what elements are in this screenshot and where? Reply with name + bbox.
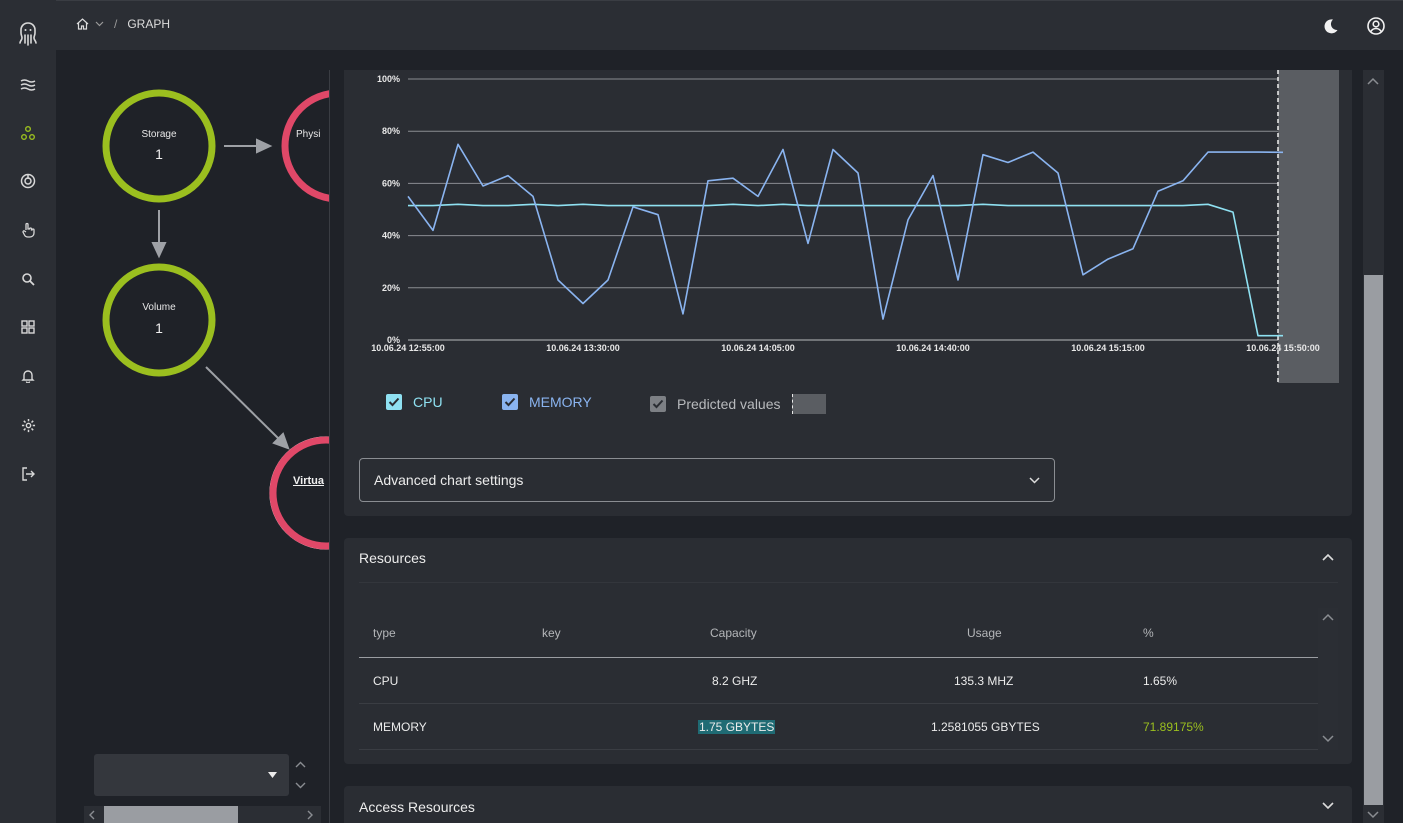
node-label: Storage bbox=[141, 129, 177, 140]
chevron-down-icon[interactable] bbox=[1367, 811, 1379, 819]
gear-icon[interactable] bbox=[0, 408, 56, 442]
node-label[interactable]: Virtua bbox=[293, 475, 324, 487]
graph-edge bbox=[151, 138, 290, 450]
x-tick-label: 10.06.24 14:05:00 bbox=[721, 343, 795, 353]
legend-memory[interactable]: MEMORY bbox=[502, 394, 592, 410]
checkbox-checked-icon[interactable] bbox=[502, 394, 518, 410]
series-line-memory bbox=[407, 143, 1284, 320]
graph-node-virtual[interactable] bbox=[269, 436, 329, 550]
x-tick-label: 10.06.24 15:50:00 bbox=[1246, 343, 1320, 353]
search-icon[interactable] bbox=[0, 262, 56, 296]
cell-type: CPU bbox=[373, 674, 399, 688]
node-label: Volume bbox=[142, 302, 176, 313]
dashboard-icon[interactable] bbox=[0, 310, 56, 344]
cell-type: MEMORY bbox=[373, 720, 427, 734]
panel-divider[interactable] bbox=[329, 70, 330, 823]
y-tick-label: 60% bbox=[382, 178, 400, 188]
chevron-left-icon[interactable] bbox=[88, 810, 95, 820]
graph-node-physical[interactable] bbox=[281, 90, 329, 202]
series-line-cpu bbox=[408, 203, 1283, 337]
y-tick-label: 40% bbox=[382, 231, 400, 241]
graph-icon[interactable] bbox=[0, 116, 56, 150]
user-account-icon[interactable] bbox=[1365, 15, 1387, 37]
advanced-settings-label: Advanced chart settings bbox=[374, 472, 524, 488]
home-icon[interactable] bbox=[76, 18, 89, 30]
graph-panel: Storage 1 Volume 1 Physi Virtua bbox=[56, 50, 329, 823]
legend-cpu[interactable]: CPU bbox=[386, 394, 443, 410]
column-header-capacity[interactable]: Capacity bbox=[710, 626, 757, 640]
breadcrumb-separator: / bbox=[114, 17, 118, 31]
page-scrollbar[interactable] bbox=[1363, 70, 1384, 823]
x-tick-label: 10.06.24 15:15:00 bbox=[1071, 343, 1145, 353]
bell-icon[interactable] bbox=[0, 359, 56, 393]
logo-icon[interactable] bbox=[0, 17, 56, 51]
layers-icon[interactable] bbox=[0, 68, 56, 102]
cell-capacity: 1.75 GBYTES bbox=[698, 720, 776, 734]
chevron-down-icon[interactable] bbox=[1322, 802, 1334, 810]
chevron-up-icon[interactable] bbox=[292, 756, 308, 772]
y-tick-label: 20% bbox=[382, 283, 400, 293]
advanced-chart-settings[interactable]: Advanced chart settings bbox=[359, 458, 1055, 502]
x-tick-label: 10.06.24 14:40:00 bbox=[896, 343, 970, 353]
node-label: Physi bbox=[296, 129, 321, 140]
divider bbox=[359, 582, 1338, 583]
table-scrollbar[interactable] bbox=[1318, 608, 1338, 750]
usage-chart: 0%20%40%60%80%100%10.06.24 12:55:00 10.06… bbox=[371, 70, 1339, 383]
checkbox-checked-icon[interactable] bbox=[650, 396, 666, 412]
breadcrumb-current: GRAPH bbox=[127, 17, 171, 31]
cell-percent: 1.65% bbox=[1143, 674, 1178, 688]
cell-percent: 71.89175% bbox=[1143, 720, 1204, 734]
chevron-down-icon bbox=[1029, 476, 1040, 484]
node-count: 1 bbox=[155, 320, 163, 336]
graph-canvas bbox=[102, 89, 329, 550]
row-divider bbox=[359, 749, 1318, 750]
legend-predicted[interactable]: Predicted values bbox=[650, 394, 826, 414]
predicted-swatch bbox=[791, 394, 826, 414]
y-tick-label: 80% bbox=[382, 126, 400, 136]
scrollbar-thumb[interactable] bbox=[1364, 275, 1383, 805]
top-bar: / GRAPH bbox=[56, 0, 1403, 50]
prediction-area bbox=[1278, 70, 1339, 383]
column-header-percent[interactable]: % bbox=[1143, 626, 1154, 640]
sidebar bbox=[0, 0, 56, 823]
x-tick-label: 10.06.24 13:30:00 bbox=[546, 343, 620, 353]
legend-predicted-label: Predicted values bbox=[677, 396, 781, 412]
column-header-type[interactable]: type bbox=[373, 626, 396, 640]
access-resources-title[interactable]: Access Resources bbox=[359, 799, 475, 815]
logout-icon[interactable] bbox=[0, 457, 56, 491]
checkbox-checked-icon[interactable] bbox=[386, 394, 402, 410]
chevron-up-icon[interactable] bbox=[1322, 553, 1334, 561]
legend-memory-label: MEMORY bbox=[529, 394, 592, 410]
caret-down-icon bbox=[268, 772, 277, 778]
power-icon[interactable] bbox=[0, 164, 56, 198]
breadcrumb: / GRAPH bbox=[76, 17, 170, 31]
header-divider bbox=[359, 657, 1318, 658]
cell-usage: 1.2581055 GBYTES bbox=[931, 720, 1040, 734]
column-header-key[interactable]: key bbox=[542, 626, 561, 640]
chevron-down-icon[interactable] bbox=[95, 21, 104, 27]
horizontal-scrollbar[interactable] bbox=[84, 806, 321, 823]
chevron-down-icon[interactable] bbox=[1322, 735, 1334, 743]
y-tick-label: 100% bbox=[377, 74, 400, 84]
node-count: 1 bbox=[155, 146, 163, 162]
resources-title[interactable]: Resources bbox=[359, 550, 426, 566]
access-resources-card bbox=[344, 786, 1352, 823]
cell-capacity: 8.2 GHZ bbox=[712, 674, 758, 688]
column-header-usage[interactable]: Usage bbox=[967, 626, 1002, 640]
x-tick-label: 10.06.24 12:55:00 bbox=[371, 343, 445, 353]
row-divider bbox=[359, 703, 1318, 704]
dark-mode-icon[interactable] bbox=[1319, 15, 1341, 37]
node-type-select[interactable] bbox=[94, 754, 289, 796]
scrollbar-thumb[interactable] bbox=[104, 806, 238, 823]
cell-usage: 135.3 MHZ bbox=[954, 674, 1014, 688]
chevron-up-icon[interactable] bbox=[1367, 77, 1379, 85]
chevron-down-icon[interactable] bbox=[292, 777, 308, 793]
chart-card: 0% 20% 40% 60% 80% 100% 10.06.24 12:55:00 10.06… bbox=[344, 70, 1352, 516]
graph-node-virtual-ring bbox=[269, 436, 329, 550]
chevron-up-icon[interactable] bbox=[1322, 613, 1334, 621]
chevron-right-icon[interactable] bbox=[307, 810, 314, 820]
legend-cpu-label: CPU bbox=[413, 394, 443, 410]
hand-pointer-icon[interactable] bbox=[0, 213, 56, 247]
